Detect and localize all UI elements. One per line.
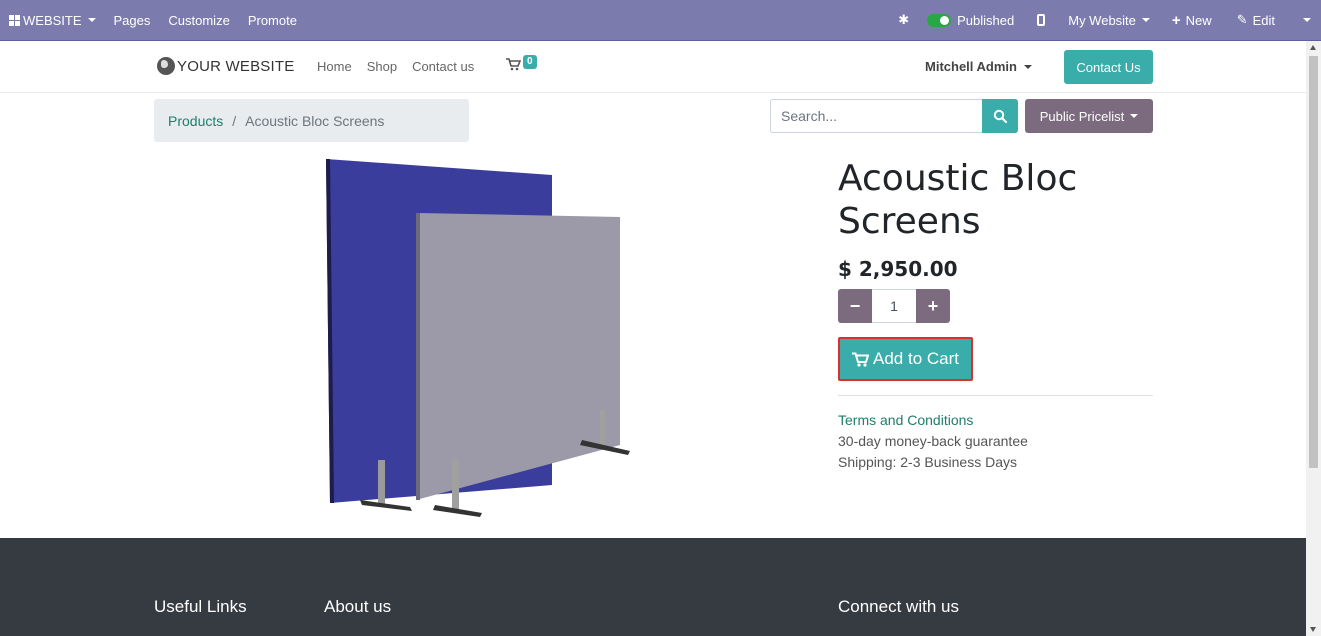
search-input[interactable]: Search...: [770, 99, 982, 133]
decrease-quantity-button[interactable]: −: [838, 289, 872, 323]
nav-item-home[interactable]: Home: [317, 59, 352, 74]
promote-menu[interactable]: Promote: [239, 0, 306, 41]
footer: Useful Links About us Connect with us: [0, 538, 1306, 636]
cart-icon: [852, 352, 869, 367]
chevron-down-icon: [1141, 18, 1150, 22]
site-header: YOUR WEBSITE Home Shop Contact us 0 Mitc…: [0, 41, 1306, 93]
pricelist-dropdown[interactable]: Public Pricelist: [1025, 99, 1153, 133]
my-website-label: My Website: [1068, 12, 1136, 28]
cart-icon: [506, 58, 521, 71]
mobile-preview-button[interactable]: [1023, 0, 1059, 41]
edit-label: Edit: [1252, 12, 1275, 28]
admin-bar: WEBSITE Pages Customize Promote ✱ Publis…: [0, 0, 1321, 41]
quantity-input[interactable]: 1: [872, 289, 916, 323]
main-nav: Home Shop Contact us: [317, 59, 474, 74]
footer-useful-links-heading: Useful Links: [154, 597, 247, 616]
globe-icon: [157, 57, 175, 75]
guarantee-text: 30-day money-back guarantee: [838, 433, 1028, 449]
scroll-up-arrow-icon[interactable]: [1310, 45, 1316, 50]
cart-count-badge: 0: [523, 55, 537, 69]
product-price: $ 2,950.00: [838, 257, 958, 281]
scrollbar[interactable]: [1306, 41, 1321, 636]
scroll-down-arrow-icon[interactable]: [1310, 627, 1316, 632]
plus-icon: +: [1171, 11, 1181, 29]
debug-dropdown[interactable]: [1287, 0, 1321, 41]
chevron-down-icon: [1023, 64, 1032, 69]
shipping-text: Shipping: 2-3 Business Days: [838, 454, 1017, 470]
website-menu-label: WEBSITE: [23, 12, 82, 28]
footer-about-heading: About us: [324, 597, 392, 616]
nav-item-contact[interactable]: Contact us: [412, 59, 474, 74]
footer-connect-heading: Connect with us: [838, 597, 959, 616]
chevron-down-icon: [87, 18, 96, 22]
pricelist-label: Public Pricelist: [1039, 108, 1125, 124]
search-icon: [993, 109, 1007, 123]
user-name: Mitchell Admin: [925, 59, 1017, 74]
minus-icon: −: [849, 295, 861, 316]
breadcrumb: Products / Acoustic Bloc Screens: [154, 99, 469, 142]
product-title: Acoustic Bloc Screens: [838, 158, 1078, 242]
terms-link[interactable]: Terms and Conditions: [838, 412, 973, 428]
add-to-cart-label: Add to Cart: [873, 349, 959, 368]
debug-button[interactable]: ✱: [889, 0, 918, 41]
breadcrumb-products[interactable]: Products: [168, 113, 223, 129]
published-label: Published: [957, 12, 1015, 28]
divider: [838, 395, 1153, 396]
pages-menu[interactable]: Pages: [105, 0, 160, 41]
add-to-cart-button[interactable]: Add to Cart: [838, 337, 973, 381]
new-label: New: [1185, 12, 1212, 28]
bug-icon: ✱: [898, 12, 910, 27]
toggle-switch-icon: [927, 13, 952, 27]
quantity-stepper: − 1 +: [838, 289, 950, 323]
increase-quantity-button[interactable]: +: [916, 289, 950, 323]
nav-item-shop[interactable]: Shop: [367, 59, 397, 74]
contact-us-button[interactable]: Contact Us: [1064, 50, 1153, 84]
user-menu[interactable]: Mitchell Admin: [925, 59, 1032, 74]
breadcrumb-current: Acoustic Bloc Screens: [245, 112, 385, 129]
apps-icon: [9, 14, 20, 26]
customize-menu[interactable]: Customize: [159, 0, 238, 41]
cart-link[interactable]: 0: [506, 55, 537, 71]
breadcrumb-separator: /: [232, 112, 237, 129]
mobile-icon: [1037, 14, 1046, 26]
pencil-icon: ✎: [1236, 12, 1248, 27]
published-toggle[interactable]: Published: [918, 0, 1023, 41]
website-menu[interactable]: WEBSITE: [0, 0, 105, 41]
product-image: [326, 159, 630, 517]
chevron-down-icon: [1130, 114, 1139, 118]
scrollbar-thumb[interactable]: [1309, 56, 1318, 468]
edit-button[interactable]: ✎ Edit: [1225, 0, 1287, 41]
logo-text: YOUR WEBSITE: [177, 57, 295, 75]
plus-icon: +: [927, 295, 939, 316]
site-logo[interactable]: YOUR WEBSITE: [157, 57, 294, 75]
my-website-menu[interactable]: My Website: [1059, 0, 1159, 41]
search-button[interactable]: [982, 99, 1018, 133]
chevron-down-icon: [1303, 18, 1311, 22]
new-button[interactable]: + New: [1159, 0, 1225, 41]
